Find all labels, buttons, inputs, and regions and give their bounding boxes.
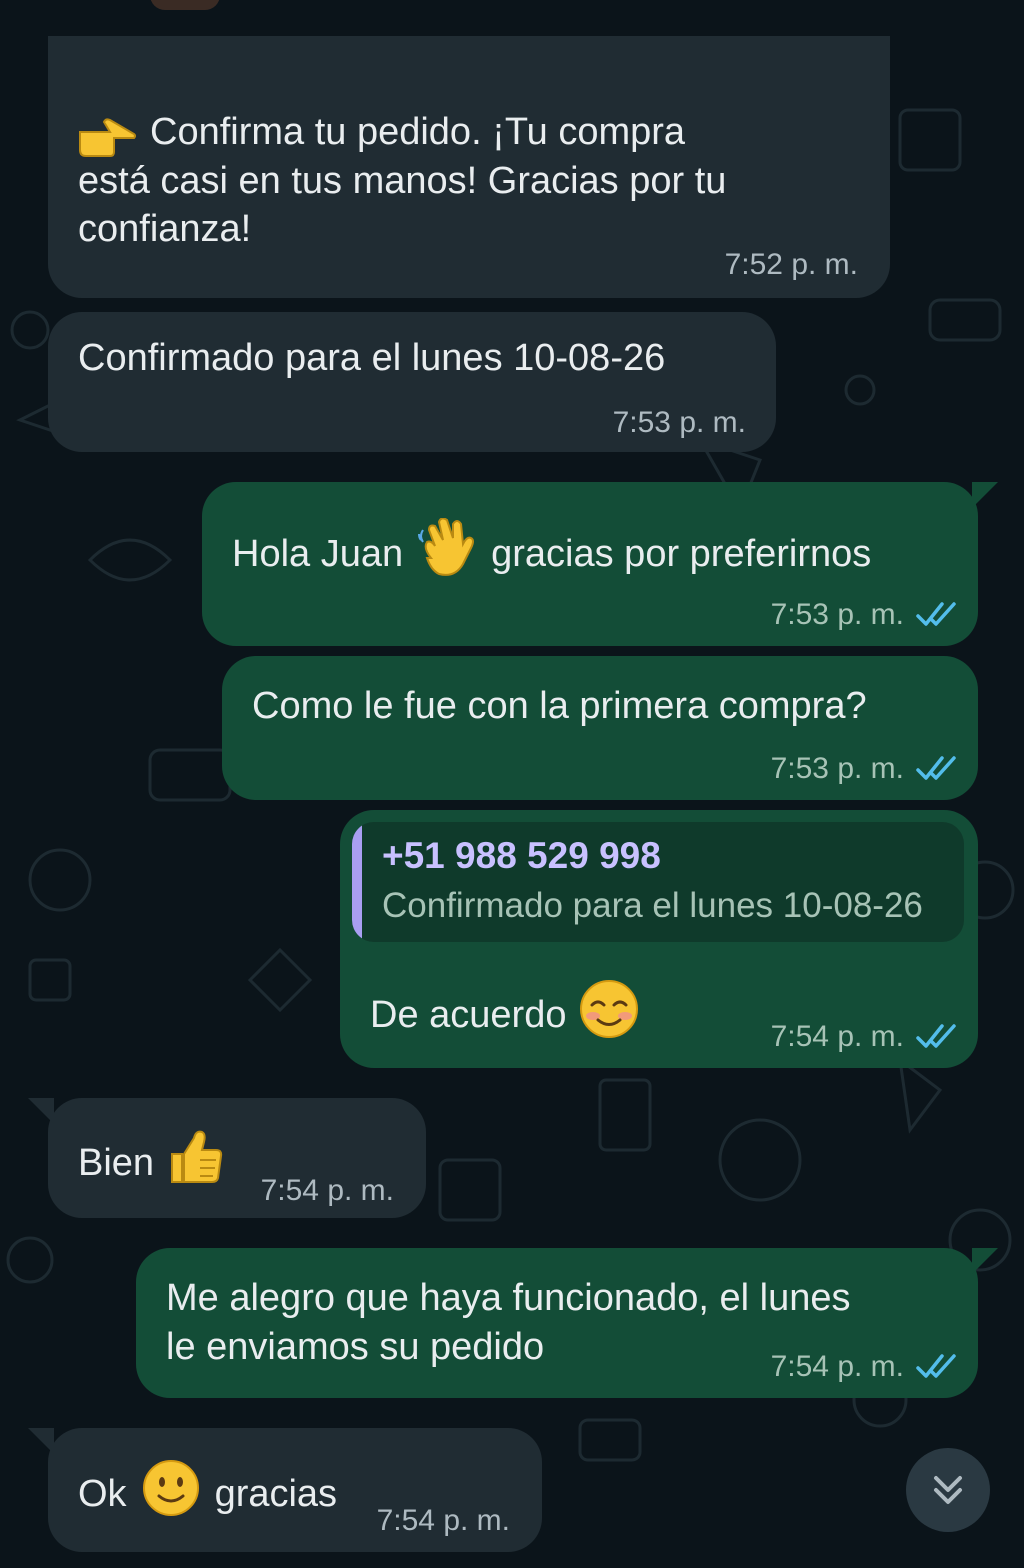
quoted-author: +51 988 529 998 bbox=[382, 835, 661, 876]
message-text-part: Ok bbox=[78, 1473, 127, 1515]
timestamp: 7:54 p. m. bbox=[770, 1350, 904, 1383]
message-text: Confirma tu pedido. ¡Tu compra está casi… bbox=[78, 111, 727, 251]
message-text-part: gracias bbox=[214, 1473, 338, 1515]
timestamp: 7:54 p. m. bbox=[376, 1504, 510, 1537]
message-outgoing[interactable]: Como le fue con la primera compra? 7:53 … bbox=[222, 656, 978, 800]
message-text: De acuerdo bbox=[370, 978, 640, 1053]
message-time: 7:54 p. m. bbox=[771, 1348, 958, 1386]
timestamp: 7:53 p. m. bbox=[770, 598, 904, 631]
message-text: Ok gracias bbox=[78, 1458, 337, 1531]
message-text-part: De acuerdo bbox=[370, 994, 567, 1036]
message-time: 7:53 p. m. bbox=[771, 596, 958, 634]
message-text: Confirmado para el lunes 10-08-26 bbox=[78, 337, 666, 379]
message-text-part: Bien bbox=[78, 1142, 155, 1184]
message-outgoing-reply[interactable]: +51 988 529 998 Confirmado para el lunes… bbox=[340, 810, 978, 1068]
timestamp: 7:53 p. m. bbox=[612, 406, 746, 439]
double-check-read-icon bbox=[916, 1354, 956, 1378]
message-time: 7:52 p. m. bbox=[725, 246, 858, 284]
message-incoming[interactable]: Bien 7:54 p. m. bbox=[28, 1098, 426, 1218]
chat-screen: Confirma tu pedido. ¡Tu compra está casi… bbox=[0, 0, 1024, 1568]
timestamp: 7:54 p. m. bbox=[770, 1020, 904, 1053]
message-time: 7:54 p. m. bbox=[261, 1172, 394, 1210]
timestamp: 7:52 p. m. bbox=[724, 248, 858, 281]
timestamp: 7:54 p. m. bbox=[260, 1174, 394, 1207]
message-outgoing[interactable]: Me alegro que haya funcionado, el lunes … bbox=[136, 1248, 998, 1398]
message-outgoing[interactable]: Hola Juan gracias por preferirnos 7:53 p… bbox=[202, 482, 998, 646]
message-time: 7:54 p. m. bbox=[771, 1018, 958, 1056]
message-incoming[interactable]: Confirmado para el lunes 10-08-26 7:53 p… bbox=[48, 312, 776, 452]
slightly-smiling-emoji bbox=[141, 1458, 201, 1531]
message-text-part: gracias por preferirnos bbox=[491, 533, 872, 575]
message-time: 7:53 p. m. bbox=[613, 404, 746, 442]
timestamp: 7:53 p. m. bbox=[770, 752, 904, 785]
contact-avatar[interactable] bbox=[150, 0, 220, 10]
message-time: 7:53 p. m. bbox=[771, 750, 958, 788]
message-text-part: Hola Juan bbox=[232, 533, 404, 575]
message-text: Como le fue con la primera compra? bbox=[252, 685, 867, 727]
message-text: Bien bbox=[78, 1128, 224, 1199]
quoted-text: Confirmado para el lunes 10-08-26 bbox=[382, 886, 923, 925]
double-check-read-icon bbox=[916, 1024, 956, 1048]
double-chevron-down-icon bbox=[934, 1476, 962, 1504]
message-time: 7:54 p. m. bbox=[377, 1502, 510, 1540]
message-incoming[interactable]: Confirma tu pedido. ¡Tu compra está casi… bbox=[48, 0, 890, 298]
scroll-to-bottom-button[interactable] bbox=[906, 1448, 990, 1532]
message-incoming[interactable]: Ok gracias 7:54 p. m. bbox=[28, 1428, 542, 1552]
double-check-read-icon bbox=[916, 756, 956, 780]
waving-hand-emoji bbox=[417, 517, 477, 591]
smiling-blush-emoji bbox=[578, 978, 640, 1053]
quote-accent-bar bbox=[352, 822, 362, 942]
message-text: Hola Juan gracias por preferirnos bbox=[232, 517, 872, 591]
top-app-bar bbox=[0, 0, 1024, 36]
double-check-read-icon bbox=[916, 602, 956, 626]
thumbs-up-emoji bbox=[166, 1128, 224, 1199]
quoted-message[interactable]: +51 988 529 998 Confirmado para el lunes… bbox=[352, 822, 964, 942]
